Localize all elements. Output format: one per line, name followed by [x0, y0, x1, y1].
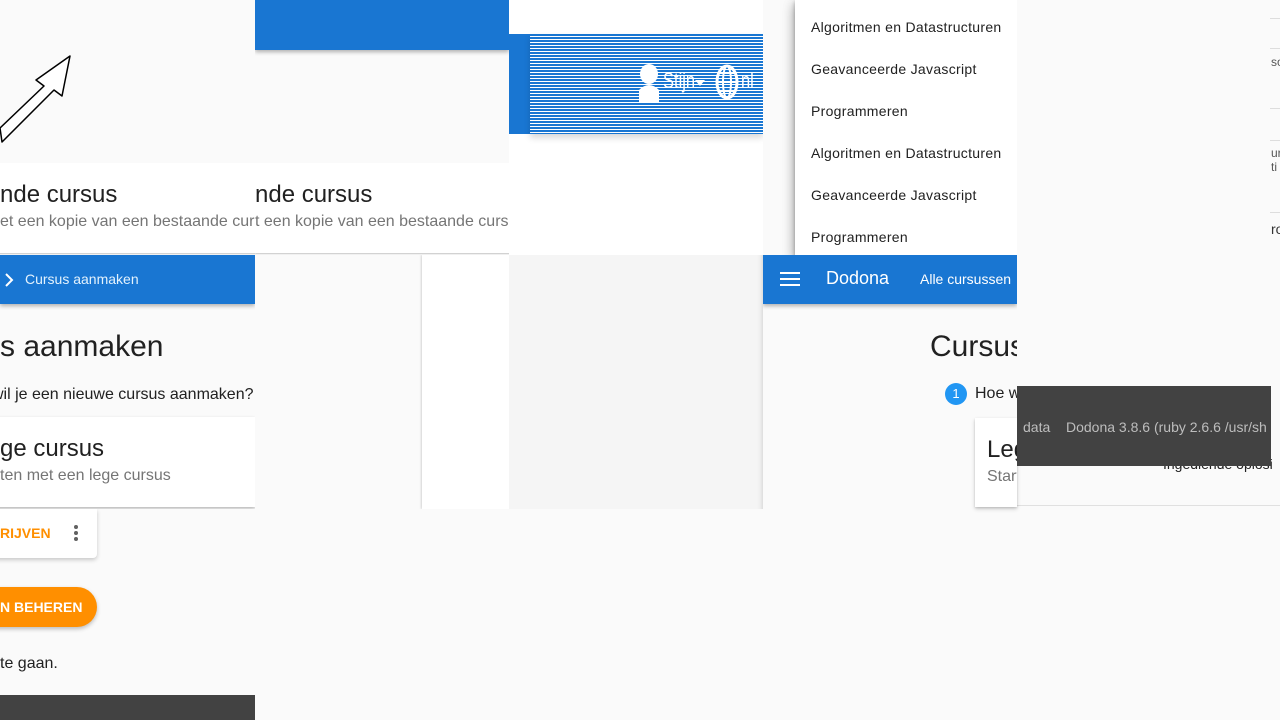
tile-top-right: so ur ti ro [1017, 0, 1280, 255]
tile-bottom-left: RIJVEN N BEHEREN te gaan. [0, 509, 255, 720]
manage-course-button-label: N BEHEREN [0, 599, 83, 615]
navbar-edge [509, 34, 530, 134]
divider [1017, 505, 1280, 506]
menu-item-course-2[interactable]: Geavanceerde Javascript [811, 61, 1007, 77]
chevron-right-icon [5, 273, 14, 287]
tile-top-fourth: Algoritmen en Datastructuren Geavanceerd… [763, 0, 1017, 255]
arrow-illustration [0, 55, 71, 143]
footer-strip [0, 695, 255, 720]
right-panel-white [1034, 0, 1280, 255]
copy-course-title: nde cursus [0, 181, 118, 208]
course-menu: Algoritmen en Datastructuren Geavanceerd… [795, 0, 1017, 255]
empty-course-subtitle-right: Start [987, 468, 1017, 485]
tile-middle-left: Cursus aanmaken s aanmaken wil je een ni… [0, 255, 255, 509]
divider [1270, 108, 1280, 109]
tile-top-left: nde cursus et een kopie van een bestaand… [0, 0, 255, 255]
text-fragment: ur [1271, 146, 1280, 160]
step-badge: 1 [945, 383, 967, 405]
text-fragment: ro [1271, 221, 1280, 237]
go-to-course-text: te gaan. [0, 655, 58, 672]
user-icon[interactable] [637, 62, 661, 102]
page-title-right: Cursus [930, 330, 1017, 363]
menu-item-course-1[interactable]: Algoritmen en Datastructuren [811, 19, 1007, 35]
brand-logo-text[interactable]: Dodona [826, 268, 889, 289]
menu-item-course-4[interactable]: Algoritmen en Datastructuren [811, 145, 1007, 161]
step-question-right: Hoe w [975, 385, 1017, 402]
nav-all-courses[interactable]: Alle cursussen [920, 271, 1011, 287]
divider [1270, 140, 1280, 141]
empty-course-title-right: Leg [987, 436, 1017, 463]
menu-item-course-6[interactable]: Programmeren [811, 229, 1007, 245]
top-app-bar [255, 0, 509, 50]
breadcrumb-current: Cursus aanmaken [25, 271, 139, 287]
divider [1270, 48, 1280, 49]
manage-course-button[interactable]: N BEHEREN [0, 587, 97, 627]
empty-course-card[interactable]: ge cursus ten met een lege cursus [0, 417, 255, 507]
content-card-edge [422, 255, 509, 509]
copy-course-card-right[interactable]: nde cursus t een kopie van een bestaande… [255, 163, 509, 253]
user-name[interactable]: Stijn [663, 68, 695, 94]
divider [1270, 212, 1280, 213]
tile-middle-right: Ingediende oplosi [1017, 255, 1280, 509]
copy-course-card[interactable]: nde cursus et een kopie van een bestaand… [0, 163, 255, 253]
language-selector[interactable]: nl [741, 68, 754, 94]
footer-data-link[interactable]: data [1023, 419, 1050, 435]
empty-course-card-right[interactable]: Leg Start [975, 418, 1017, 507]
tile-top-second: nde cursus t een kopie van een bestaande… [255, 0, 509, 255]
empty-course-title: ge cursus [0, 435, 105, 462]
empty-course-subtitle: ten met een lege cursus [0, 467, 171, 484]
copy-course-title-right: nde cursus [255, 181, 373, 208]
hamburger-menu-icon[interactable] [780, 272, 800, 286]
copy-course-subtitle: et een kopie van een bestaande cursus [0, 213, 255, 230]
copy-course-subtitle-right: t een kopie van een bestaande cursus [255, 213, 509, 230]
step-question: wil je een nieuwe cursus aanmaken? [0, 386, 254, 403]
footer-version: Dodona 3.8.6 (ruby 2.6.6 /usr/sh [1066, 419, 1267, 435]
menu-item-course-3[interactable]: Programmeren [811, 103, 1007, 119]
tile-middle-second [255, 255, 509, 509]
text-fragment: so [1271, 55, 1280, 69]
user-menu-caret-icon [695, 80, 705, 86]
divider [1270, 18, 1280, 19]
tile-middle-third [509, 255, 763, 509]
footer: data Dodona 3.8.6 (ruby 2.6.6 /usr/sh [1017, 386, 1271, 466]
tile-top-third: Stijn nl [509, 0, 763, 255]
page-title: s aanmaken [0, 330, 164, 363]
text-fragment: ti [1271, 160, 1277, 174]
globe-icon[interactable] [715, 64, 739, 100]
menu-item-course-5[interactable]: Geavanceerde Javascript [811, 187, 1007, 203]
register-button[interactable]: RIJVEN [0, 525, 51, 541]
more-vert-icon[interactable] [73, 524, 79, 542]
